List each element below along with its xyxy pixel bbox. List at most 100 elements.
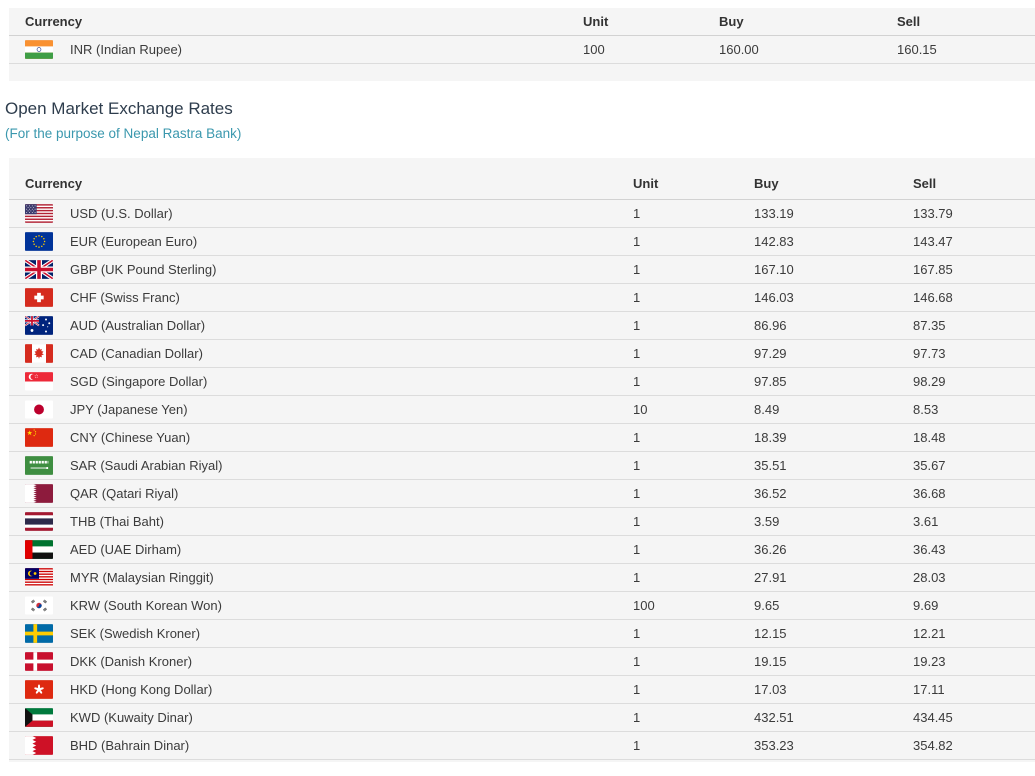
bahrain-flag-icon [25,736,53,755]
unit-value: 1 [633,563,754,592]
currency-label: KRW (South Korean Won) [70,598,222,613]
qatar-flag-icon [25,484,53,503]
buy-value: 146.03 [754,283,913,312]
currency-label: DKK (Danish Kroner) [70,654,193,669]
currency-cell: SEK (Swedish Kroner) [9,619,633,648]
sell-value: 35.67 [913,451,1035,480]
buy-value: 18.39 [754,423,913,452]
open-market-table-header-row: Currency Unit Buy Sell [9,158,1035,200]
table-row: SEK (Swedish Kroner) 1 12.15 12.21 [9,619,1035,648]
sell-value: 87.35 [913,311,1035,340]
table-row: SGD (Singapore Dollar) 1 97.85 98.29 [9,367,1035,396]
table-row: GBP (UK Pound Sterling) 1 167.10 167.85 [9,255,1035,284]
sell-value: 17.11 [913,675,1035,704]
currency-cell: USD (U.S. Dollar) [9,199,633,228]
inr-table-header-currency: Currency [9,8,583,36]
table-row: THB (Thai Baht) 1 3.59 3.61 [9,507,1035,536]
page-title: Open Market Exchange Rates [5,99,233,118]
table-row: QAR (Qatari Riyal) 1 36.52 36.68 [9,479,1035,508]
currency-label: MYR (Malaysian Ringgit) [70,570,214,585]
buy-value: 36.52 [754,479,913,508]
currency-label: CHF (Swiss Franc) [70,290,180,305]
sell-value: 98.29 [913,367,1035,396]
currency-cell: KRW (South Korean Won) [9,591,633,620]
unit-value: 1 [633,311,754,340]
sell-value: 19.23 [913,647,1035,676]
hong-kong-flag-icon [25,680,53,699]
uae-flag-icon [25,540,53,559]
currency-label: JPY (Japanese Yen) [70,402,188,417]
sell-value: 167.85 [913,255,1035,284]
table-row: EUR (European Euro) 1 142.83 143.47 [9,227,1035,256]
open-market-table-header-currency: Currency [9,158,633,200]
sell-value: 354.82 [913,731,1035,760]
inr-table-header-buy: Buy [719,8,897,36]
south-korea-flag-icon [25,596,53,615]
currency-cell: JPY (Japanese Yen) [9,395,633,424]
australia-flag-icon [25,316,53,335]
sell-value: 28.03 [913,563,1035,592]
sweden-flag-icon [25,624,53,643]
sell-value: 146.68 [913,283,1035,312]
unit-value: 1 [633,451,754,480]
buy-value: 17.03 [754,675,913,704]
table-row: HKD (Hong Kong Dollar) 1 17.03 17.11 [9,675,1035,704]
currency-label: GBP (UK Pound Sterling) [70,262,217,277]
buy-value: 27.91 [754,563,913,592]
unit-value: 1 [633,619,754,648]
currency-cell: AUD (Australian Dollar) [9,311,633,340]
buy-value: 36.26 [754,535,913,564]
title-block: Open Market Exchange Rates (For the purp… [0,81,1035,141]
canada-flag-icon [25,344,53,363]
currency-cell: INR (Indian Rupee) [9,35,583,64]
currency-cell: CHF (Swiss Franc) [9,283,633,312]
inr-table-header-row: Currency Unit Buy Sell [9,8,1035,36]
european-union-flag-icon [25,232,53,251]
malaysia-flag-icon [25,568,53,587]
buy-value: 142.83 [754,227,913,256]
currency-cell: CNY (Chinese Yuan) [9,423,633,452]
unit-value: 100 [633,591,754,620]
table-row: BHD (Bahrain Dinar) 1 353.23 354.82 [9,731,1035,760]
china-flag-icon [25,428,53,447]
inr-rate-panel: Currency Unit Buy Sell INR (Indian Rupee) 10… [9,8,1035,81]
singapore-flag-icon [25,372,53,391]
kuwait-flag-icon [25,708,53,727]
open-market-table-header: Currency Unit Buy Sell [9,158,1035,200]
sell-value: 160.15 [897,35,1035,64]
buy-value: 9.65 [754,591,913,620]
inr-rate-table: Currency Unit Buy Sell INR (Indian Rupee) 10… [9,8,1035,64]
currency-label: CNY (Chinese Yuan) [70,430,191,445]
table-row: JPY (Japanese Yen) 10 8.49 8.53 [9,395,1035,424]
open-market-table-body: USD (U.S. Dollar) 1 133.19 133.79 EUR (Europ… [9,199,1035,760]
currency-cell: CAD (Canadian Dollar) [9,339,633,368]
table-row: CHF (Swiss Franc) 1 146.03 146.68 [9,283,1035,312]
sell-value: 36.43 [913,535,1035,564]
saudi-arabia-flag-icon [25,456,53,475]
currency-cell: KWD (Kuwaity Dinar) [9,703,633,732]
unit-value: 1 [633,227,754,256]
table-row: KWD (Kuwaity Dinar) 1 432.51 434.45 [9,703,1035,732]
currency-label: THB (Thai Baht) [70,514,164,529]
usa-flag-icon [25,204,53,223]
currency-cell: AED (UAE Dirham) [9,535,633,564]
unit-value: 1 [633,535,754,564]
inr-table-body: INR (Indian Rupee) 100 160.00 160.15 [9,35,1035,64]
unit-value: 1 [633,675,754,704]
unit-value: 1 [633,731,754,760]
currency-label: SGD (Singapore Dollar) [70,374,208,389]
currency-label: SAR (Saudi Arabian Riyal) [70,458,223,473]
unit-value: 10 [633,395,754,424]
currency-cell: SAR (Saudi Arabian Riyal) [9,451,633,480]
open-market-rates-panel: Currency Unit Buy Sell USD (U.S. Dollar) 1 13… [9,158,1035,762]
currency-label: AUD (Australian Dollar) [70,318,206,333]
buy-value: 432.51 [754,703,913,732]
unit-value: 1 [633,507,754,536]
currency-label: EUR (European Euro) [70,234,198,249]
currency-label: CAD (Canadian Dollar) [70,346,203,361]
sell-value: 8.53 [913,395,1035,424]
unit-value: 100 [583,35,719,64]
currency-label: KWD (Kuwaity Dinar) [70,710,193,725]
buy-value: 12.15 [754,619,913,648]
uk-flag-icon [25,260,53,279]
